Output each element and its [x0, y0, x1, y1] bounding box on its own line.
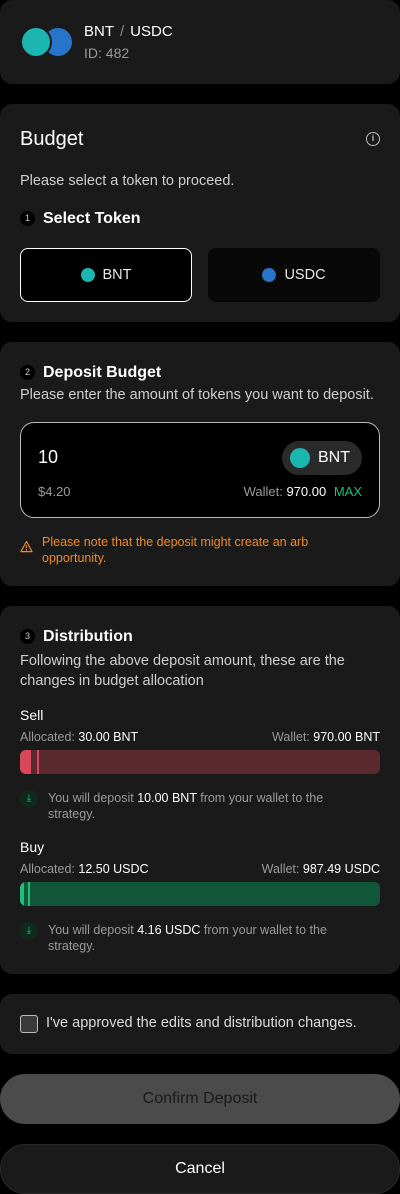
- token-option-usdc[interactable]: USDC: [208, 248, 380, 302]
- bnt-token-icon: [20, 26, 52, 58]
- wallet-value: 970.00: [286, 484, 327, 499]
- deposit-usd-value: $4.20: [38, 484, 71, 499]
- sell-allocation-row: Allocated: 30.00 BNT Wallet: 970.00 BNT: [20, 730, 380, 744]
- sell-allocated-value: 30.00 BNT: [78, 730, 139, 744]
- sell-allocation-bar: [20, 750, 380, 774]
- bnt-token-icon: [290, 448, 310, 468]
- deposit-token-badge: BNT: [282, 441, 362, 475]
- token-pair-icons: [20, 26, 74, 58]
- base-token-label: BNT: [84, 23, 114, 40]
- deposit-title: Deposit Budget: [43, 364, 162, 381]
- strategy-header: BNT / USDC ID: 482: [0, 0, 400, 84]
- wallet-label: Wallet:: [272, 730, 310, 744]
- wallet-label: Wallet:: [261, 862, 300, 876]
- budget-section: Budget i Please select a token to procee…: [0, 104, 400, 322]
- step-number-1: 1: [20, 211, 35, 227]
- sell-allocated: Allocated: 30.00 BNT: [20, 730, 138, 744]
- buy-allocation-bar: [20, 882, 380, 906]
- quote-token-label: USDC: [130, 23, 173, 40]
- distribution-section: 3 Distribution Following the above deposi…: [0, 606, 400, 974]
- buy-deposit-note: ⤓ You will deposit 4.16 USDC from your w…: [20, 922, 360, 954]
- sell-wallet-value: 970.00 BNT: [313, 730, 380, 744]
- approval-section: I've approved the edits and distribution…: [0, 994, 400, 1054]
- select-token-title: Select Token: [43, 210, 141, 227]
- allocated-label: Allocated:: [20, 862, 75, 876]
- bnt-token-icon: [80, 268, 95, 282]
- select-token-heading: 1 Select Token: [20, 210, 141, 228]
- distribution-title: Distribution: [43, 628, 133, 645]
- pair-title: BNT / USDC: [84, 23, 173, 40]
- deposit-token-label: BNT: [318, 449, 350, 466]
- allocated-label: Allocated:: [20, 730, 75, 744]
- deposit-amount-input[interactable]: 10: [38, 447, 58, 468]
- max-button[interactable]: MAX: [334, 484, 362, 499]
- info-icon[interactable]: i: [366, 132, 380, 146]
- buy-allocated: Allocated: 12.50 USDC: [20, 862, 149, 876]
- arb-warning: Please note that the deposit might creat…: [20, 534, 360, 566]
- token-option-bnt[interactable]: BNT: [20, 248, 192, 302]
- wallet-label: Wallet:: [243, 484, 283, 499]
- buy-wallet: Wallet: 987.49 USDC: [262, 862, 380, 876]
- strategy-id: ID: 482: [84, 45, 130, 61]
- buy-note-amount: 4.16 USDC: [137, 923, 201, 937]
- arb-warning-text: Please note that the deposit might creat…: [42, 535, 309, 565]
- deposit-budget-section: 2 Deposit Budget Please enter the amount …: [0, 342, 400, 586]
- warning-icon: [20, 540, 33, 553]
- buy-deposit-marker: [28, 882, 30, 906]
- note-prefix: You will deposit: [48, 923, 134, 937]
- buy-allocation-row: Allocated: 12.50 USDC Wallet: 987.49 USD…: [20, 862, 380, 876]
- token-option-label: USDC: [284, 267, 326, 283]
- deposit-arrow-icon: ⤓: [20, 922, 38, 940]
- buy-label: Buy: [20, 839, 45, 855]
- pair-separator: /: [120, 23, 125, 40]
- budget-title: Budget: [20, 128, 84, 150]
- usdc-token-icon: [262, 268, 277, 282]
- sell-note-amount: 10.00 BNT: [137, 791, 197, 805]
- sell-deposit-note: ⤓ You will deposit 10.00 BNT from your w…: [20, 790, 360, 822]
- token-option-label: BNT: [102, 267, 132, 283]
- sell-allocated-fill: [20, 750, 31, 774]
- approval-label[interactable]: I've approved the edits and distribution…: [46, 1015, 357, 1031]
- distribution-subtitle: Following the above deposit amount, thes…: [20, 653, 345, 689]
- buy-allocated-fill: [20, 882, 24, 906]
- deposit-amount-field[interactable]: 10 BNT $4.20 Wallet: 970.00 MAX: [20, 422, 380, 518]
- buy-wallet-value: 987.49 USDC: [302, 862, 380, 876]
- sell-label: Sell: [20, 707, 44, 723]
- wallet-balance: Wallet: 970.00 MAX: [244, 484, 362, 499]
- buy-allocated-value: 12.50 USDC: [78, 862, 149, 876]
- budget-subtitle: Please select a token to proceed.: [20, 173, 235, 189]
- deposit-arrow-icon: ⤓: [20, 790, 38, 808]
- deposit-heading: 2 Deposit Budget: [20, 364, 161, 382]
- deposit-subtitle: Please enter the amount of tokens you wa…: [20, 387, 374, 403]
- approval-checkbox[interactable]: [20, 1015, 38, 1033]
- step-number-2: 2: [20, 365, 35, 381]
- sell-deposit-marker: [37, 750, 39, 774]
- note-prefix: You will deposit: [48, 791, 134, 805]
- buy-note-text: You will deposit 4.16 USDC from your wal…: [48, 922, 360, 954]
- sell-note-text: You will deposit 10.00 BNT from your wal…: [48, 790, 360, 822]
- sell-wallet: Wallet: 970.00 BNT: [272, 730, 380, 744]
- confirm-deposit-button[interactable]: Confirm Deposit: [0, 1074, 400, 1124]
- step-number-3: 3: [20, 629, 35, 645]
- distribution-heading: 3 Distribution: [20, 628, 133, 646]
- cancel-button[interactable]: Cancel: [0, 1144, 400, 1194]
